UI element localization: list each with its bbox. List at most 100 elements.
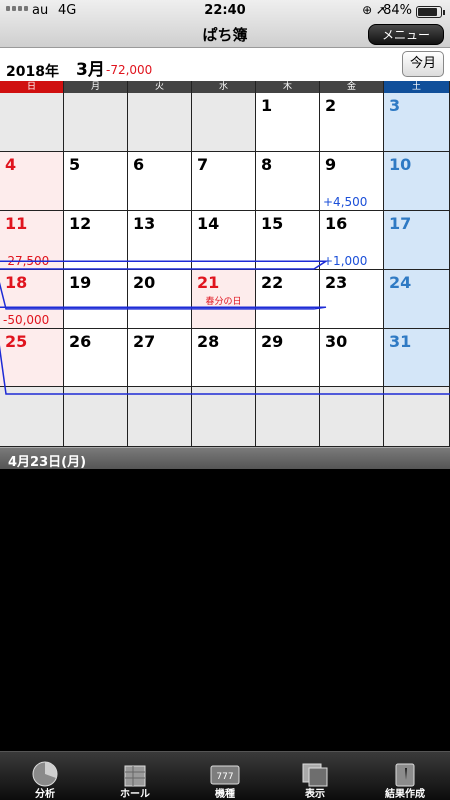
calendar-day-9[interactable]: 9 +4,500 (320, 152, 384, 211)
calendar-day-1[interactable]: 1 (256, 93, 320, 152)
calendar-day-19[interactable]: 19 (64, 270, 128, 329)
holiday-name: 春分の日 (205, 297, 242, 307)
calendar-day-18[interactable]: 18 -50,000 (0, 270, 64, 329)
calendar-empty-cell[interactable] (192, 93, 256, 152)
calendar-day-7[interactable]: 7 (192, 152, 256, 211)
calendar-empty-cell[interactable] (384, 387, 450, 447)
day-number: 15 (261, 214, 284, 233)
battery-icon (416, 6, 445, 18)
status-bar: au 4G 22:40 ⊕ ➚ 84% (0, 0, 450, 22)
calendar-empty-cell[interactable] (64, 387, 128, 447)
menu-button[interactable]: メニュー (368, 24, 444, 45)
calendar-day-24[interactable]: 24 (384, 270, 450, 329)
year-label: 2018年 (6, 64, 59, 80)
day-number: 17 (389, 214, 412, 233)
calendar-day-31[interactable]: 31 (384, 329, 450, 387)
calendar-day-20[interactable]: 20 (128, 270, 192, 329)
this-month-button[interactable]: 今月 (402, 51, 444, 77)
tab-pie-chart[interactable]: 分析 (0, 752, 90, 800)
calendar-day-25[interactable]: 25 (0, 329, 64, 387)
calendar-day-16[interactable]: 16 +1,000 (320, 211, 384, 270)
day-number: 29 (261, 332, 284, 351)
day-number: 2 (325, 96, 337, 115)
calendar-day-11[interactable]: 11 -27,500 (0, 211, 64, 270)
calendar-empty-cell[interactable] (128, 93, 192, 152)
day-number: 25 (5, 332, 28, 351)
display-icon (297, 760, 333, 788)
day-number: 31 (389, 332, 412, 351)
day-number: 27 (133, 332, 156, 351)
calendar-day-6[interactable]: 6 (128, 152, 192, 211)
calendar-day-13[interactable]: 13 (128, 211, 192, 270)
calendar-empty-cell[interactable] (0, 387, 64, 447)
calendar-day-23[interactable]: 23 (320, 270, 384, 329)
battery-percent: 84% (383, 3, 412, 18)
day-amount: +4,500 (323, 195, 368, 209)
weekday-label: 火 (128, 81, 192, 93)
selected-date: 4月23日(月) (8, 455, 87, 470)
calendar-day-15[interactable]: 15 (256, 211, 320, 270)
calendar-empty-cell[interactable] (0, 93, 64, 152)
calendar-empty-cell[interactable] (192, 387, 256, 447)
calendar-day-3[interactable]: 3 (384, 93, 450, 152)
weekday-header: 日月火水木金土 (0, 81, 450, 93)
calendar-day-12[interactable]: 12 (64, 211, 128, 270)
month-header: 2018年 3月 -72,000 今月 (0, 48, 450, 81)
day-amount: +1,000 (323, 254, 368, 268)
tab-label: 機種 (215, 789, 235, 800)
day-number: 28 (197, 332, 220, 351)
day-number: 21 (197, 273, 220, 292)
day-number: 1 (261, 96, 273, 115)
day-number: 20 (133, 273, 156, 292)
weekday-label: 水 (192, 81, 256, 93)
calendar-day-2[interactable]: 2 (320, 93, 384, 152)
calendar-day-26[interactable]: 26 (64, 329, 128, 387)
weekday-label: 土 (384, 81, 450, 93)
tab-display[interactable]: 表示 (270, 752, 360, 800)
day-number: 11 (5, 214, 28, 233)
slot-machine-icon: 777 (207, 760, 243, 788)
calendar-empty-cell[interactable] (256, 387, 320, 447)
calendar-day-30[interactable]: 30 (320, 329, 384, 387)
tab-slot-machine[interactable]: 777 機種 (180, 752, 270, 800)
day-number: 18 (5, 273, 28, 292)
calendar-day-29[interactable]: 29 (256, 329, 320, 387)
day-number: 13 (133, 214, 156, 233)
day-number: 14 (197, 214, 220, 233)
calendar-day-4[interactable]: 4 (0, 152, 64, 211)
calendar-day-28[interactable]: 28 (192, 329, 256, 387)
weekday-label: 月 (64, 81, 128, 93)
calendar-empty-cell[interactable] (128, 387, 192, 447)
calendar-day-21[interactable]: 21 春分の日 (192, 270, 256, 329)
day-number: 3 (389, 96, 401, 115)
calendar-day-17[interactable]: 17 (384, 211, 450, 270)
calendar-day-10[interactable]: 10 (384, 152, 450, 211)
calendar-empty-cell[interactable] (64, 93, 128, 152)
day-number: 6 (133, 155, 145, 174)
day-number: 12 (69, 214, 92, 233)
calendar-day-14[interactable]: 14 (192, 211, 256, 270)
calendar-day-27[interactable]: 27 (128, 329, 192, 387)
month-total: -72,000 (106, 63, 153, 77)
day-number: 30 (325, 332, 348, 351)
tab-building[interactable]: ホール (90, 752, 180, 800)
pie-chart-icon (27, 760, 63, 788)
detail-area (0, 469, 450, 751)
building-icon (117, 760, 153, 788)
calendar-day-5[interactable]: 5 (64, 152, 128, 211)
selected-date-bar: 4月23日(月) (0, 447, 450, 470)
day-number: 8 (261, 155, 273, 174)
month-label: 3月 (76, 60, 105, 80)
day-number: 24 (389, 273, 412, 292)
calendar-empty-cell[interactable] (320, 387, 384, 447)
day-amount: -27,500 (3, 254, 50, 268)
calendar-day-8[interactable]: 8 (256, 152, 320, 211)
weekday-label: 日 (0, 81, 64, 93)
tab-pencil[interactable]: 結果作成 (360, 752, 450, 800)
calendar-day-22[interactable]: 22 (256, 270, 320, 329)
pencil-icon (387, 760, 423, 788)
day-number: 5 (69, 155, 81, 174)
tab-label: 表示 (305, 789, 325, 800)
tab-label: 分析 (35, 789, 55, 800)
day-amount: -50,000 (3, 313, 50, 327)
